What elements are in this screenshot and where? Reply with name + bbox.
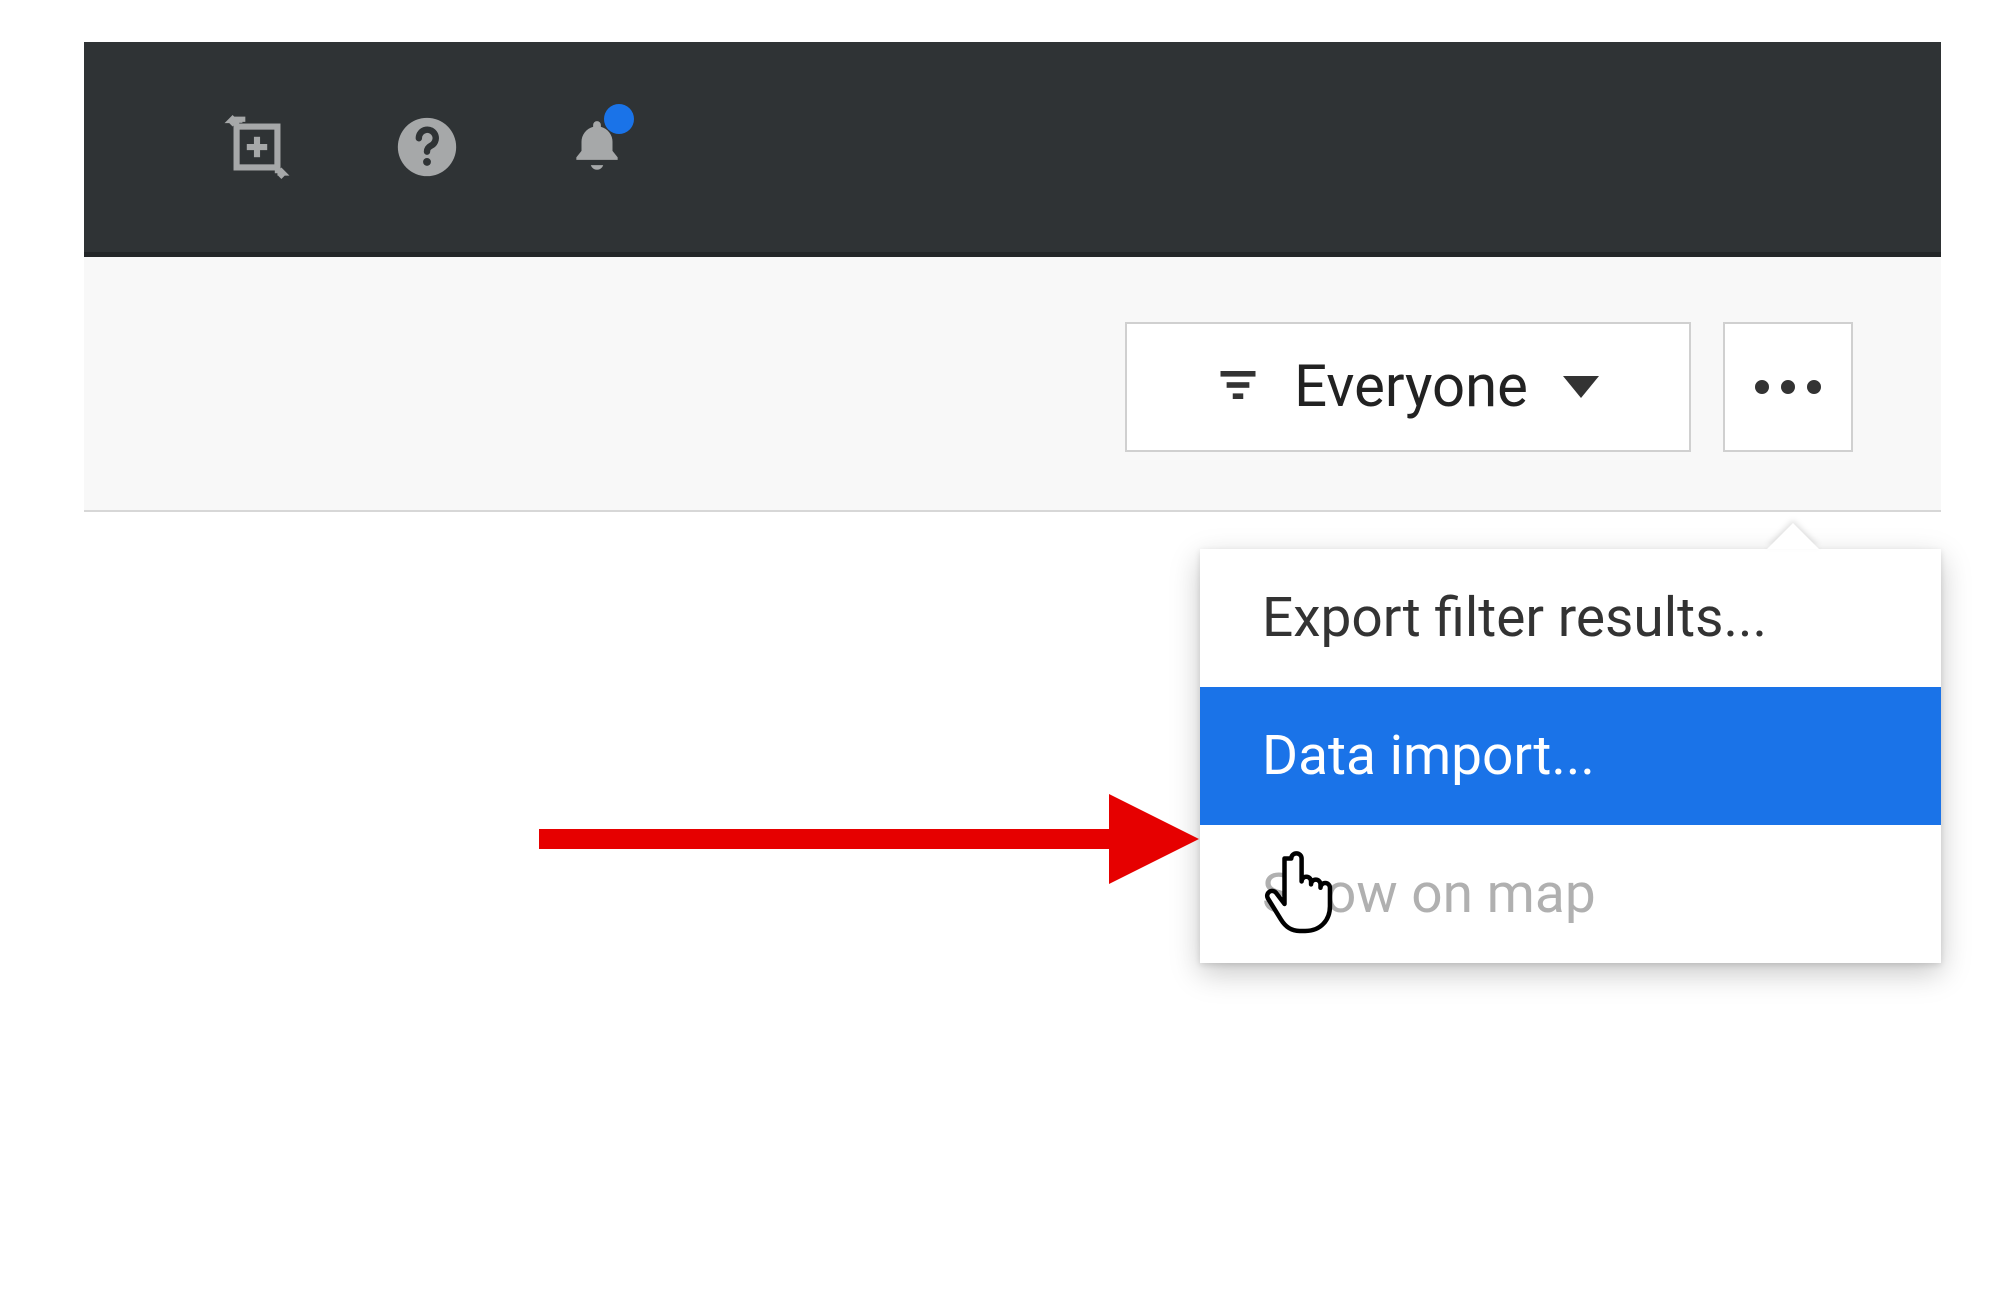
menu-item-label: Export filter results...: [1262, 586, 1767, 650]
menu-item-label: Data import...: [1262, 724, 1595, 788]
annotation-arrow: [539, 804, 1199, 874]
notification-dot: [604, 104, 634, 134]
filter-icon: [1217, 353, 1259, 421]
bell-icon[interactable]: [559, 110, 634, 185]
menu-item-export-filter-results[interactable]: Export filter results...: [1200, 549, 1941, 687]
add-swap-icon[interactable]: [219, 110, 294, 185]
help-icon[interactable]: [389, 110, 464, 185]
filter-label: Everyone: [1294, 353, 1528, 421]
menu-caret: [1767, 523, 1819, 549]
ellipsis-icon: [1755, 380, 1821, 394]
menu-item-label: Show on map: [1262, 862, 1596, 926]
toolbar-row: Everyone: [84, 252, 1941, 512]
menu-item-show-on-map: Show on map: [1200, 825, 1941, 963]
filter-dropdown[interactable]: Everyone: [1125, 322, 1691, 452]
actions-menu: Export filter results... Data import... …: [1200, 549, 1941, 963]
topbar: [84, 42, 1941, 252]
menu-item-data-import[interactable]: Data import...: [1200, 687, 1941, 825]
chevron-down-icon: [1563, 376, 1599, 398]
more-actions-button[interactable]: [1723, 322, 1853, 452]
app-stage: Everyone Export filter results... Data i…: [84, 42, 1941, 1270]
